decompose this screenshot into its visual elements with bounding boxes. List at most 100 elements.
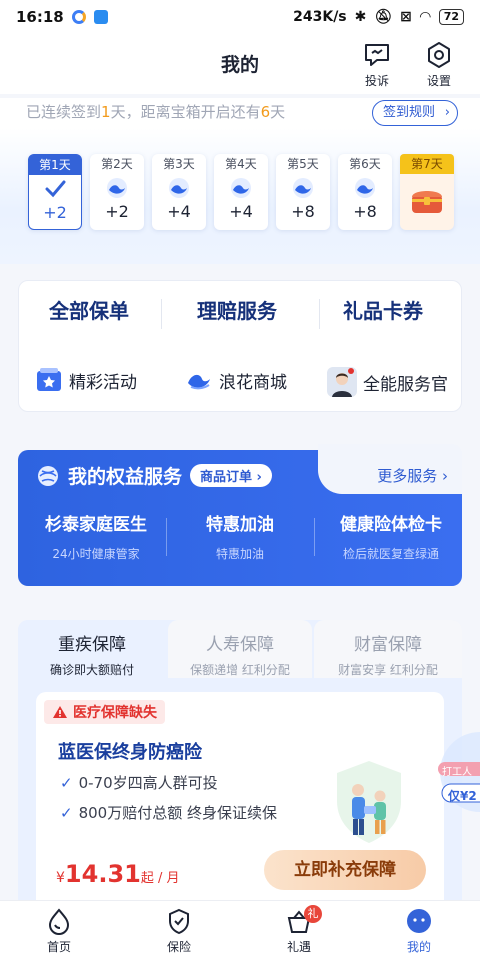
streak-days: 1 [101, 103, 111, 121]
service-fuel-discount[interactable]: 特惠加油 特惠加油 [174, 510, 306, 562]
day-label: 第3天 [163, 157, 195, 171]
tab-name: 人寿保障 [206, 635, 274, 655]
main-services-card: 全部保单 理赔服务 礼品卡券 精彩活动 浪花商城 全能服务官 [18, 280, 462, 412]
link-activities-label: 精彩活动 [69, 372, 137, 393]
tab-gift-cards[interactable]: 礼品卡券 [343, 295, 423, 324]
nav-insurance[interactable]: 保险 [144, 907, 214, 955]
add-coverage-button[interactable]: 立即补充保障 [264, 850, 426, 890]
wifi-icon: ◠ [419, 9, 431, 25]
checkin-text-prefix: 已连续签到 [26, 103, 102, 121]
complaint-label: 投诉 [364, 74, 389, 88]
gear-icon [428, 42, 450, 68]
price-amount: 14.31 [64, 860, 141, 888]
day-card-4[interactable]: 第4天 +4 [214, 154, 268, 230]
status-bar: 16:18 243K/s ✱ 🔕︎ ⊠ ◠ 72 [0, 0, 480, 34]
tab-critical-illness[interactable]: 重疾保障 确诊即大额赔付 [18, 620, 166, 678]
tab-claims[interactable]: 理赔服务 [197, 295, 277, 324]
settings-button[interactable]: 设置 [424, 40, 454, 89]
tab-desc: 财富安享 红利分配 [338, 663, 438, 677]
day-label: 第2天 [101, 157, 133, 171]
app-notification-icon [71, 10, 86, 24]
day-card-6[interactable]: 第6天 +8 [338, 154, 392, 230]
tab-life-insurance[interactable]: 人寿保障 保额递增 红利分配 [168, 620, 312, 678]
bottom-navigation: 首页 保险 礼遇 礼 我的 [0, 900, 480, 960]
treasure-chest-icon [400, 174, 454, 226]
divider [166, 518, 167, 556]
link-service-officer-label: 全能服务官 [363, 374, 448, 395]
price-unit: 起 / 月 [140, 871, 180, 886]
feature-text: 0-70岁四高人群可投 [78, 774, 218, 792]
sim-icon: ⊠ [400, 9, 412, 25]
benefits-card: 我的权益服务 商品订单 › 更多服务 › 杉泰家庭医生 24小时健康管家 特惠加… [18, 444, 462, 586]
day-label: 第1天 [29, 155, 81, 175]
mute-icon: 🔕︎ [374, 9, 393, 25]
service-name: 特惠加油 [206, 515, 274, 535]
gift-badge: 礼 [304, 905, 322, 923]
service-desc: 特惠加油 [215, 547, 264, 561]
tab-wealth[interactable]: 财富保障 财富安享 红利分配 [314, 620, 462, 678]
wave-coin-icon [338, 174, 392, 202]
day-points: +4 [167, 202, 191, 221]
nav-mine-label: 我的 [406, 940, 431, 954]
service-health-checkup[interactable]: 健康险体检卡 检后就医复查绿通 [320, 510, 462, 562]
bluetooth-icon: ✱ [354, 9, 367, 25]
product-card[interactable]: 医疗保障缺失 蓝医保终身防癌险 ✓ 0-70岁四高人群可投 ✓ 800万赔付总额… [36, 692, 444, 910]
check-icon: ✓ [60, 773, 73, 792]
star-card-icon [37, 368, 61, 391]
checkin-rules-label: 签到规则 [382, 105, 435, 120]
benefits-title: 我的权益服务 [68, 466, 183, 488]
wave-coin-icon [90, 174, 144, 202]
profile-face-icon [407, 909, 431, 933]
price-currency: ¥ [56, 870, 65, 886]
divider [314, 518, 315, 556]
tab-all-policies[interactable]: 全部保单 [49, 295, 129, 324]
wave-icon [188, 374, 210, 390]
checkin-text-mid: 天，距离宝箱开启还有 [110, 103, 261, 121]
checkmark-icon [29, 175, 81, 203]
wave-coin-icon [214, 174, 268, 202]
divider [319, 299, 320, 329]
day-card-7[interactable]: 第7天 [400, 154, 454, 230]
feature-text: 800万赔付总额 终身保证续保 [78, 804, 277, 822]
nav-home-label: 首页 [46, 940, 71, 954]
day-card-3[interactable]: 第3天 +4 [152, 154, 206, 230]
product-name: 蓝医保终身防癌险 [58, 742, 202, 763]
service-name: 健康险体检卡 [340, 515, 442, 535]
product-orders-label: 商品订单 [200, 470, 253, 485]
battery-icon: 72 [438, 9, 464, 25]
tab-name: 重疾保障 [58, 635, 126, 655]
day-points: +8 [291, 202, 315, 221]
nav-gifts[interactable]: 礼遇 礼 [264, 905, 334, 955]
network-speed: 243K/s [293, 9, 347, 25]
wave-coin-icon [152, 174, 206, 202]
service-family-doctor[interactable]: 杉泰家庭医生 24小时健康管家 [30, 510, 162, 562]
checkin-text-suffix: 天 [270, 103, 286, 121]
checkin-rules-button[interactable]: 签到规则 › [371, 100, 458, 126]
more-services-label: 更多服务 [377, 467, 438, 485]
warning-icon [53, 706, 67, 718]
product-orders-button[interactable]: 商品订单 › [190, 464, 272, 487]
day-card-2[interactable]: 第2天 +2 [90, 154, 144, 230]
day-label: 第7天 [400, 154, 454, 174]
more-services-link[interactable]: 更多服务 › [377, 465, 448, 486]
day-card-1[interactable]: 第1天 +2 [28, 154, 82, 230]
promo-line-2: 仅¥2 [448, 789, 477, 803]
day-label: 第5天 [287, 157, 319, 171]
link-mall[interactable]: 浪花商城 [185, 367, 287, 393]
chevron-right-icon: › [444, 105, 450, 120]
day-label: 第6天 [349, 157, 381, 171]
link-activities[interactable]: 精彩活动 [35, 367, 137, 393]
service-name: 杉泰家庭医生 [45, 515, 147, 535]
nav-gifts-label: 礼遇 [286, 940, 311, 954]
check-icon: ✓ [60, 803, 73, 822]
day-points: +8 [353, 202, 377, 221]
nav-home[interactable]: 首页 [24, 907, 94, 955]
nav-mine[interactable]: 我的 [384, 907, 454, 955]
floating-promo[interactable]: 打工人 仅¥2 [436, 732, 480, 818]
link-service-officer[interactable]: 全能服务官 [327, 367, 448, 397]
day-label: 第4天 [225, 157, 257, 171]
status-time: 16:18 [16, 8, 64, 26]
globe-icon [38, 465, 58, 486]
day-card-5[interactable]: 第5天 +8 [276, 154, 330, 230]
complaint-button[interactable]: 投诉 [362, 40, 392, 89]
